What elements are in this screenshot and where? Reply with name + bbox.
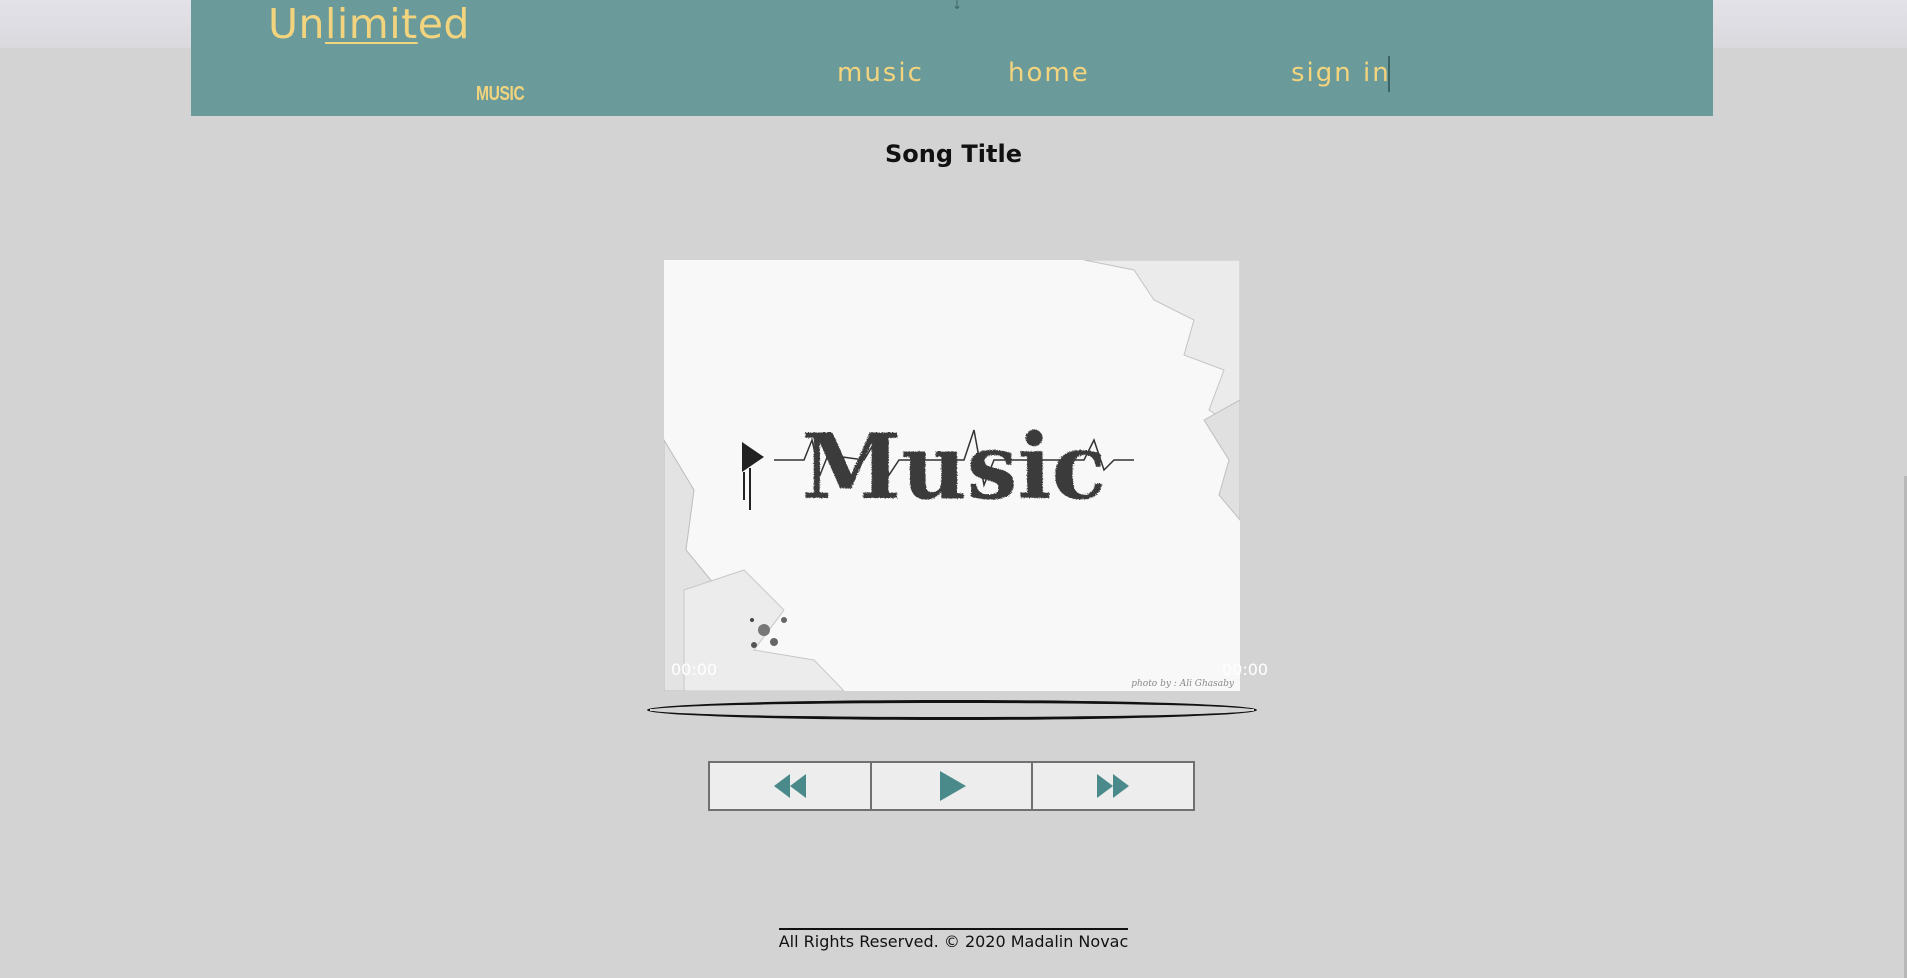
progress-track <box>650 709 1254 711</box>
fast-forward-button[interactable] <box>1033 763 1194 809</box>
logo-part-1: Un <box>268 0 325 48</box>
cover-credit: photo by : Ali Ghasaby <box>1131 679 1234 689</box>
nav-link-sign-in[interactable]: sign in <box>1291 58 1391 88</box>
text-cursor <box>1388 56 1390 92</box>
down-arrow-icon: ↓ <box>952 0 963 12</box>
logo-subtitle: MUSIC <box>476 83 525 105</box>
progress-bar[interactable] <box>647 700 1257 720</box>
logo-part-3: ed <box>417 0 470 48</box>
rewind-icon <box>773 774 806 798</box>
play-button[interactable] <box>871 763 1034 809</box>
song-title: Song Title <box>885 140 1022 168</box>
fast-forward-icon <box>1097 774 1130 798</box>
logo-part-2: limit <box>325 0 418 48</box>
site-logo[interactable]: Unlimited <box>268 0 470 48</box>
nav-link-music[interactable]: music <box>837 58 924 88</box>
player-controls <box>708 761 1195 811</box>
rewind-button[interactable] <box>710 763 872 809</box>
current-time: 00:00 <box>671 660 718 679</box>
duration-time: 00:00 <box>1222 660 1269 679</box>
copyright-text: All Rights Reserved. © 2020 Madalin Nova… <box>778 928 1129 951</box>
site-footer: All Rights Reserved. © 2020 Madalin Nova… <box>0 928 1907 951</box>
cover-artwork: Music <box>664 260 1240 691</box>
site-header: Unlimited MUSIC ↓ music home sign in <box>191 0 1713 116</box>
album-cover: Music photo by : Ali Ghasaby <box>664 260 1240 691</box>
play-icon <box>939 771 966 801</box>
cover-word: Music <box>802 414 1107 520</box>
nav-link-home[interactable]: home <box>1008 58 1090 88</box>
